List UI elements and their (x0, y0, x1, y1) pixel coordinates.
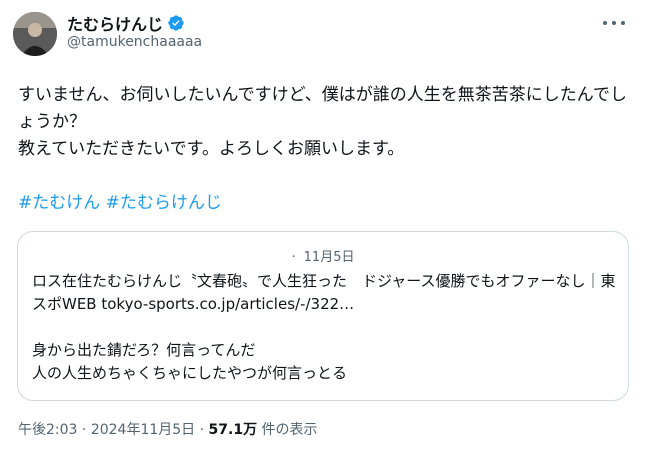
display-name[interactable]: たむらけんじ (67, 11, 163, 35)
hashtag-link[interactable]: #たむけん (18, 193, 100, 213)
tweet-time[interactable]: 午後2:03 (18, 422, 77, 438)
verified-badge-icon (167, 14, 185, 32)
meta-separator: · (77, 422, 91, 438)
more-dot (612, 21, 616, 25)
view-count-label: 件の表示 (257, 422, 318, 438)
tweet-metadata: 午後2:03 · 2024年11月5日 · 57.1万 件の表示 (18, 419, 318, 439)
tweet-text: すいません、お伺いしたいんですけど、僕はが誰の人生を無茶苦茶にしたんでしょうか？… (18, 85, 627, 159)
hashtags: #たむけん #たむらけんじ (18, 190, 222, 217)
author-name-row[interactable]: たむらけんじ (67, 11, 185, 35)
card-text: ロス在住たむらけんじ〝文春砲〟で人生狂った ドジャース優勝でもオファーなし｜東ス… (32, 272, 616, 382)
quoted-context-card[interactable]: · 11月5日 ロス在住たむらけんじ〝文春砲〟で人生狂った ドジャース優勝でもオフ… (17, 231, 629, 401)
more-dot (603, 21, 607, 25)
view-count: 57.1万 (208, 422, 258, 438)
card-date: · 11月5日 (18, 246, 628, 265)
more-options-icon[interactable] (603, 16, 625, 30)
avatar[interactable] (13, 12, 57, 56)
card-date-text: 11月5日 (303, 250, 355, 265)
more-dot (621, 21, 625, 25)
meta-separator: · (195, 422, 209, 438)
hashtag-link[interactable]: #たむらけんじ (106, 193, 222, 213)
bullet-dot: · (291, 250, 296, 265)
author-handle[interactable]: @tamukenchaaaaa (67, 34, 202, 50)
tweet-date[interactable]: 2024年11月5日 (91, 422, 195, 438)
